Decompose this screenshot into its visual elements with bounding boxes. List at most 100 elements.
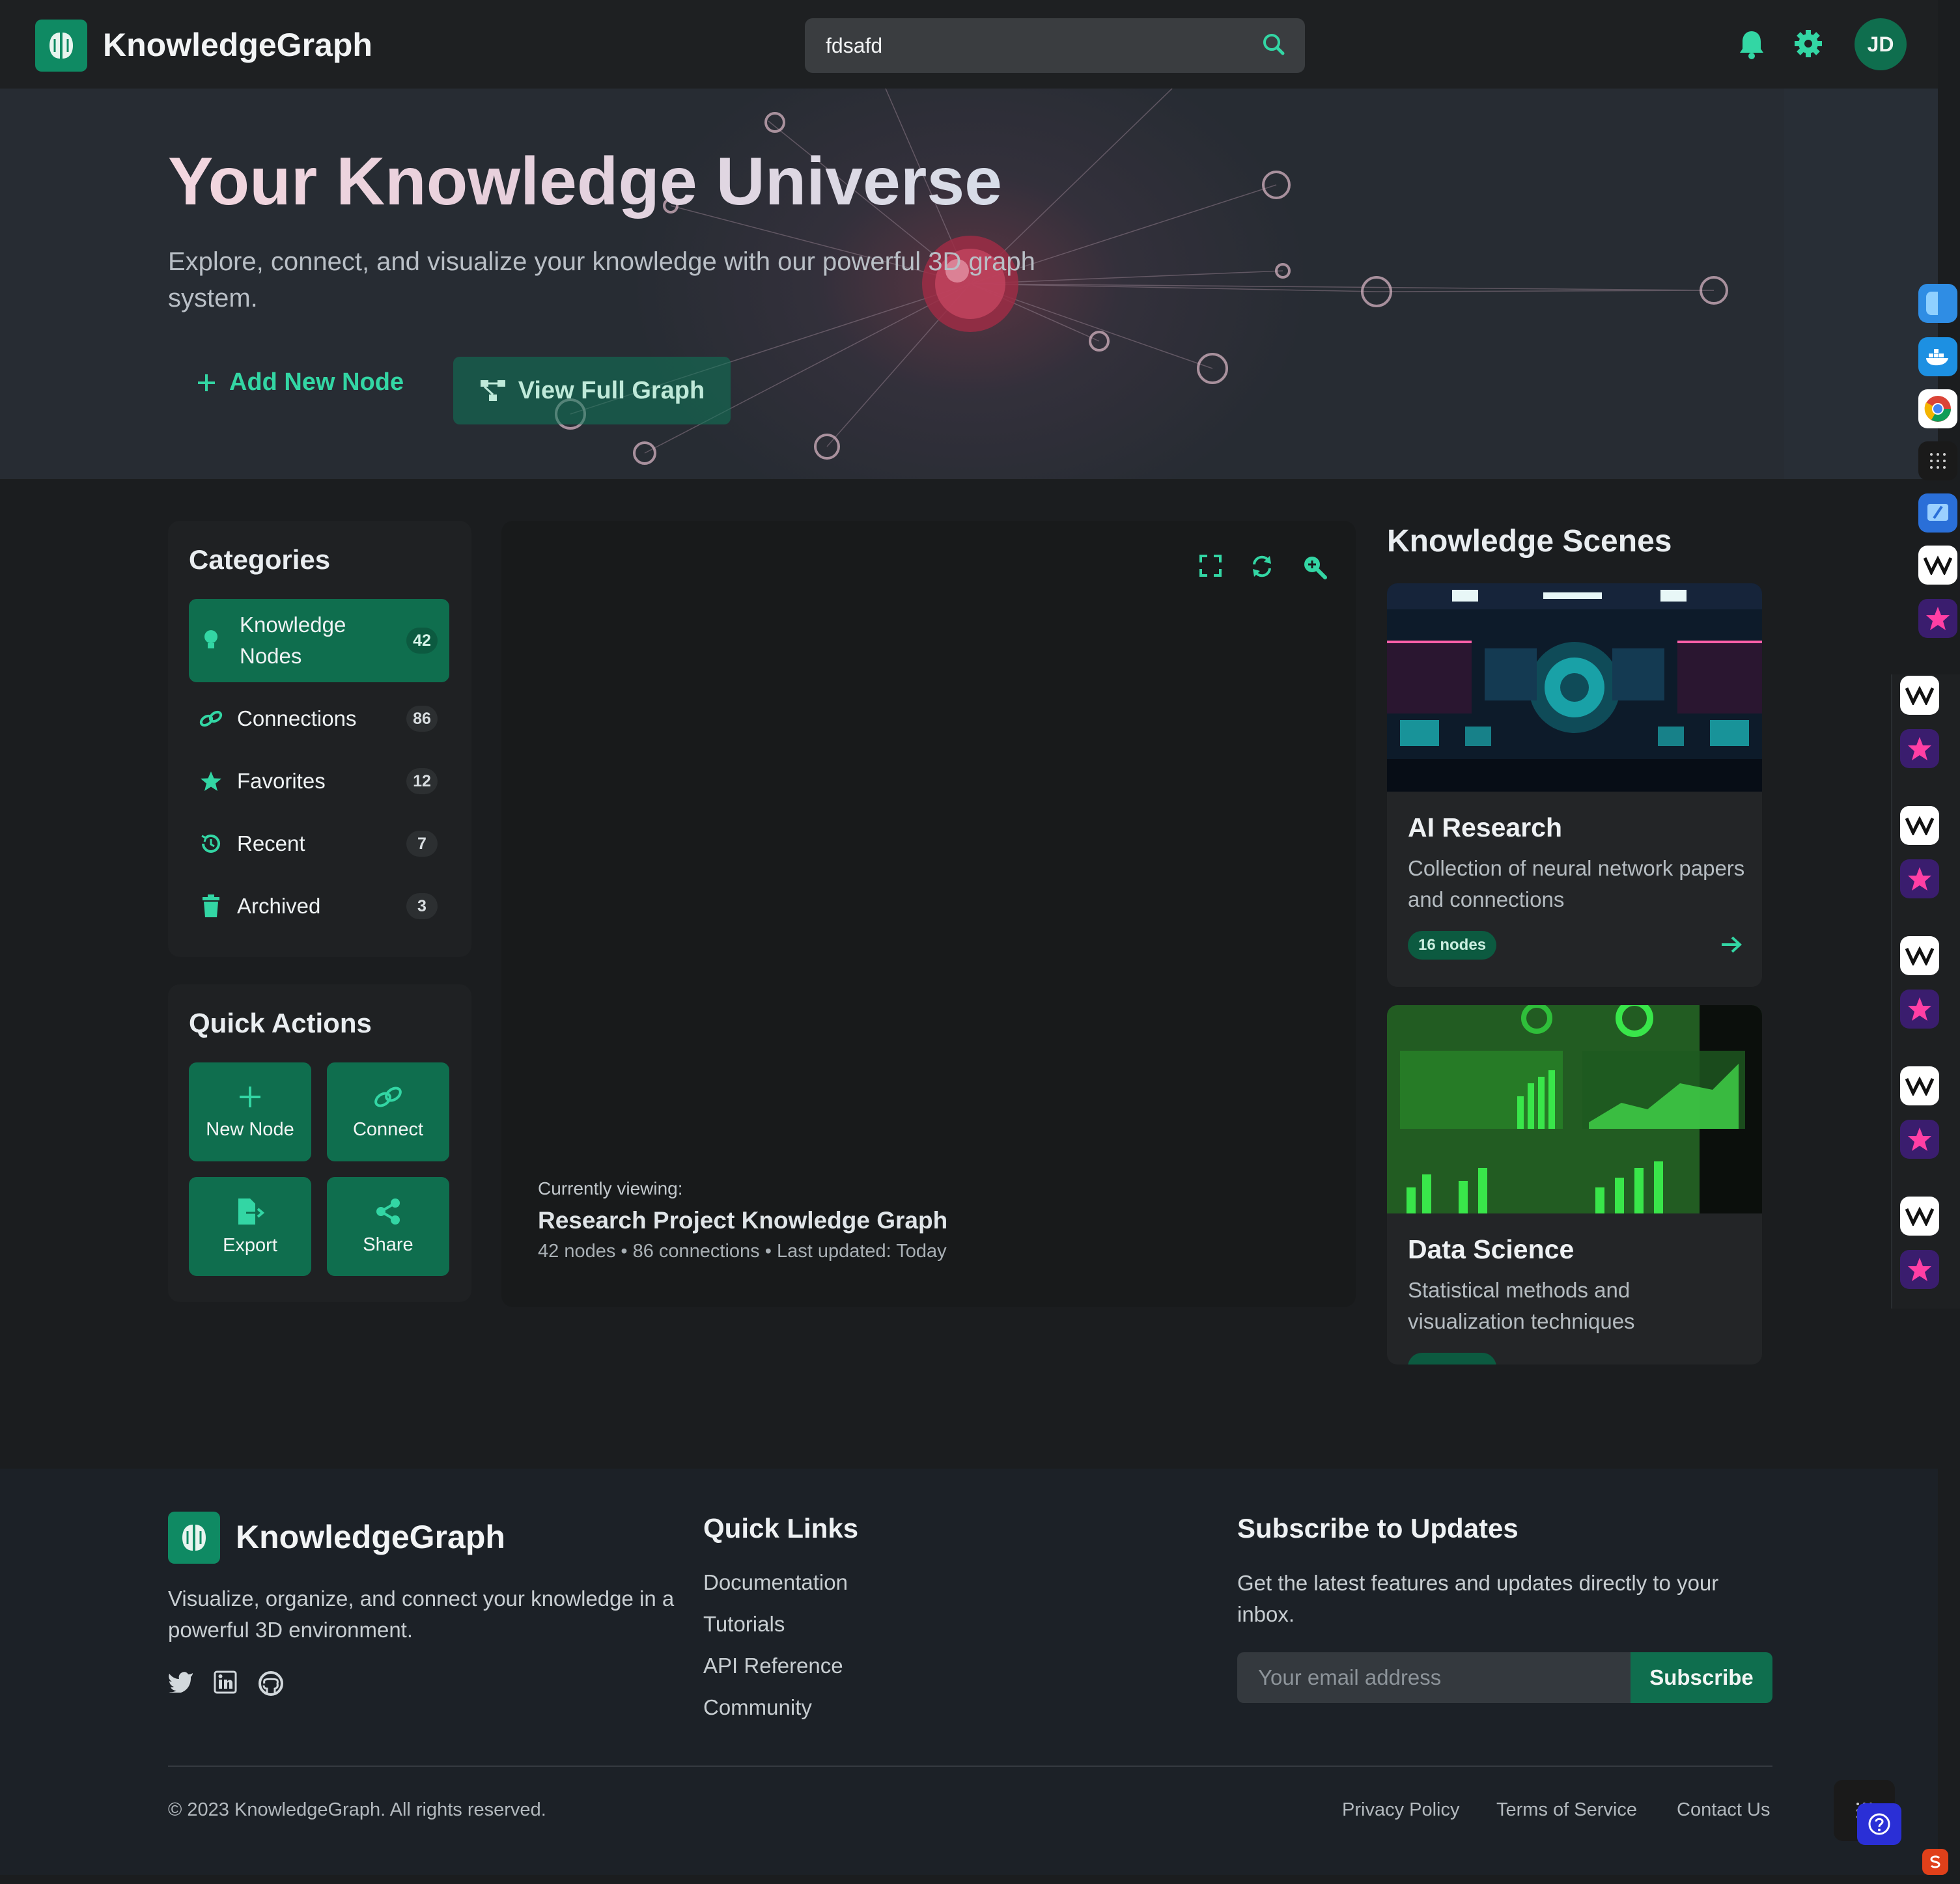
s-app-icon[interactable] [1922, 1849, 1948, 1875]
new-node-label: New Node [206, 1118, 294, 1140]
star-app-icon[interactable] [1900, 1120, 1939, 1159]
footer-link-documentation[interactable]: Documentation [703, 1570, 848, 1595]
categories-title: Categories [189, 544, 331, 575]
brain-logo-icon[interactable] [168, 1512, 220, 1564]
scene-node-count-badge [1408, 1353, 1496, 1365]
twitter-icon[interactable] [168, 1670, 194, 1696]
wave-app-icon[interactable] [1900, 1197, 1939, 1236]
export-label: Export [223, 1234, 277, 1256]
category-connections[interactable]: Connections 86 [189, 703, 449, 734]
terms-of-service-link[interactable]: Terms of Service [1496, 1799, 1637, 1821]
category-knowledge-nodes[interactable]: Knowledge Nodes 42 [189, 599, 449, 682]
finder-icon[interactable] [1918, 284, 1957, 323]
footer-link-tutorials[interactable]: Tutorials [703, 1612, 785, 1637]
email-input[interactable] [1258, 1665, 1623, 1690]
footer-link-api-reference[interactable]: API Reference [703, 1654, 843, 1678]
wave-app-icon[interactable] [1918, 546, 1957, 585]
category-archived[interactable]: Archived 3 [189, 891, 449, 922]
wave-app-icon[interactable] [1900, 806, 1939, 845]
star-icon [198, 770, 224, 792]
hero-title: Your Knowledge Universe [168, 144, 1003, 219]
scene-name: Data Science [1408, 1234, 1575, 1264]
contact-us-link[interactable]: Contact Us [1677, 1799, 1770, 1821]
linkedin-icon[interactable] [214, 1670, 237, 1697]
copyright-text: © 2023 KnowledgeGraph. All rights reserv… [168, 1799, 546, 1820]
category-label: Archived [237, 894, 321, 918]
blackbox-icon[interactable] [1918, 441, 1957, 480]
footer-brand: KnowledgeGraph [236, 1519, 505, 1555]
star-app-icon[interactable] [1900, 859, 1939, 898]
history-icon [198, 832, 224, 855]
top-header: KnowledgeGraph JD [0, 0, 1938, 89]
view-full-graph-label: View Full Graph [518, 376, 705, 404]
star-app-icon[interactable] [1918, 599, 1957, 638]
graph-icon [480, 380, 505, 401]
scene-card-data-science[interactable]: Data Science Statistical methods and vis… [1387, 1005, 1762, 1365]
plus-icon [240, 1086, 260, 1107]
graph-title: Research Project Knowledge Graph [538, 1207, 948, 1234]
docker-icon[interactable] [1918, 337, 1957, 376]
category-count: 42 [406, 628, 438, 654]
star-app-icon[interactable] [1900, 990, 1939, 1029]
quick-actions-title: Quick Actions [189, 1008, 372, 1038]
remote-desktop-icon[interactable] [1918, 493, 1957, 533]
brand-name[interactable]: KnowledgeGraph [103, 26, 372, 64]
help-icon[interactable] [1857, 1803, 1901, 1845]
hero-subtitle: Explore, connect, and visualize your kno… [168, 247, 1035, 312]
category-count: 3 [406, 893, 438, 919]
zoom-in-icon[interactable] [1302, 555, 1327, 583]
privacy-policy-link[interactable]: Privacy Policy [1342, 1799, 1460, 1821]
star-app-icon[interactable] [1900, 729, 1939, 768]
connect-button[interactable]: Connect [327, 1062, 449, 1161]
category-label: Knowledge Nodes [240, 613, 346, 668]
data-science-image [1387, 1005, 1762, 1213]
category-label: Favorites [237, 769, 326, 793]
refresh-icon[interactable] [1250, 555, 1274, 581]
lightbulb-icon [198, 629, 224, 652]
add-new-node-button[interactable]: Add New Node [195, 368, 404, 396]
email-field[interactable] [1237, 1652, 1631, 1703]
user-avatar[interactable]: JD [1855, 18, 1907, 70]
github-icon[interactable] [258, 1670, 284, 1700]
connect-label: Connect [352, 1118, 423, 1140]
category-recent[interactable]: Recent 7 [189, 828, 449, 859]
footer-link-community[interactable]: Community [703, 1695, 812, 1720]
category-count: 7 [406, 831, 438, 857]
gear-icon[interactable] [1793, 29, 1823, 62]
category-favorites[interactable]: Favorites 12 [189, 766, 449, 797]
search-icon[interactable] [1261, 31, 1287, 61]
star-app-icon[interactable] [1900, 1250, 1939, 1289]
arrow-right-icon[interactable] [1720, 935, 1743, 958]
footer-divider [168, 1766, 1772, 1767]
search-input[interactable] [826, 33, 1242, 58]
share-icon [376, 1198, 400, 1225]
scene-name: AI Research [1408, 812, 1563, 842]
hero-banner: Your Knowledge Universe Explore, connect… [0, 89, 1938, 479]
search-bar[interactable] [805, 18, 1305, 73]
chrome-icon[interactable] [1918, 389, 1957, 428]
footer-description: Visualize, organize, and connect your kn… [168, 1586, 675, 1642]
link-icon [374, 1086, 402, 1107]
export-button[interactable]: Export [189, 1177, 311, 1276]
wave-app-icon[interactable] [1900, 1066, 1939, 1105]
ai-research-image [1387, 583, 1762, 792]
export-icon [238, 1198, 264, 1225]
fullscreen-icon[interactable] [1199, 555, 1222, 580]
category-label: Connections [237, 706, 357, 730]
category-label: Recent [237, 831, 305, 855]
brain-logo-icon[interactable] [35, 20, 87, 72]
share-button[interactable]: Share [327, 1177, 449, 1276]
share-label: Share [363, 1234, 413, 1255]
graph-meta: 42 nodes • 86 connections • Last updated… [538, 1241, 947, 1262]
subscribe-button[interactable]: Subscribe [1631, 1652, 1772, 1703]
scene-card-ai-research[interactable]: AI Research Collection of neural network… [1387, 583, 1762, 987]
view-full-graph-button[interactable]: View Full Graph [453, 357, 731, 424]
bell-icon[interactable] [1737, 29, 1766, 63]
knowledge-scenes-title: Knowledge Scenes [1387, 524, 1672, 559]
wave-app-icon[interactable] [1900, 936, 1939, 975]
new-node-button[interactable]: New Node [189, 1062, 311, 1161]
wave-app-icon[interactable] [1900, 676, 1939, 715]
add-new-node-label: Add New Node [229, 368, 404, 396]
scene-description: Statistical methods and visualization te… [1408, 1278, 1635, 1333]
scene-node-count-badge: 16 nodes [1408, 931, 1497, 960]
